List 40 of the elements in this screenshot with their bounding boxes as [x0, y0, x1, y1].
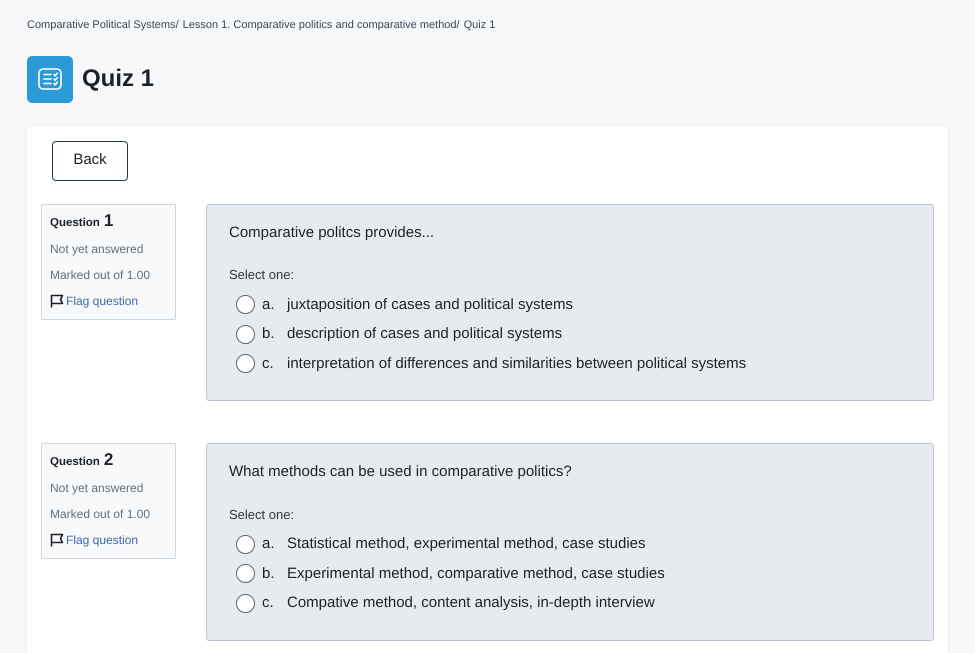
quiz-icon — [27, 56, 73, 102]
option-letter: a. — [262, 294, 276, 314]
breadcrumb-link[interactable]: Quiz 1 — [464, 17, 496, 34]
question-text: What methods can be used in comparative politics? — [229, 462, 573, 482]
radio-button[interactable] — [236, 564, 255, 584]
option-text[interactable]: Compative method, content analysis, in-depth interview — [287, 592, 655, 614]
option-text[interactable]: juxtaposition of cases and political systems — [287, 294, 573, 316]
radio-button[interactable] — [236, 594, 255, 613]
radio-button[interactable] — [236, 534, 255, 554]
flag-question-link[interactable]: Flag question — [50, 292, 167, 310]
select-one-prompt: Select one: — [229, 266, 296, 284]
flag-question-link[interactable]: Flag question — [50, 531, 167, 550]
option-text[interactable]: description of cases and political systems — [287, 323, 562, 346]
radio-button[interactable] — [236, 324, 255, 344]
question-label: Question — [50, 216, 100, 230]
radio-button[interactable] — [236, 354, 255, 374]
question-label: Question — [50, 455, 100, 470]
marks-text: Marked out of 1.00 — [50, 266, 152, 284]
option-letter: c. — [262, 354, 275, 374]
option-text[interactable]: Experimental method, comparative method, case studies — [287, 562, 665, 585]
back-button[interactable]: Back — [52, 140, 128, 180]
breadcrumb-link[interactable]: Lesson 1. Comparative politics and comparative method — [182, 17, 457, 34]
radio-button[interactable] — [236, 295, 255, 314]
option-letter: b. — [262, 564, 276, 584]
option-text[interactable]: Statistical method, experimental method, case studies — [287, 533, 646, 556]
answer-status: Not yet answered — [50, 480, 144, 498]
marks-text: Marked out of 1.00 — [50, 506, 152, 524]
question-text: Comparative politcs provides... — [229, 222, 436, 242]
option-letter: b. — [262, 324, 276, 344]
option-letter: c. — [262, 593, 275, 613]
answer-status: Not yet answered — [50, 240, 144, 258]
breadcrumb-link[interactable]: Comparative Political Systems — [27, 17, 176, 34]
option-text[interactable]: interpretation of differences and similarities between political systems — [287, 352, 746, 375]
option-letter: a. — [262, 534, 276, 554]
breadcrumb-separator: / — [456, 18, 460, 33]
breadcrumb-separator: / — [176, 18, 179, 33]
question-number: 1 — [104, 212, 114, 228]
select-one-prompt: Select one: — [229, 506, 296, 524]
question-number: 2 — [104, 451, 114, 468]
page-title: Quiz 1 — [82, 64, 154, 94]
